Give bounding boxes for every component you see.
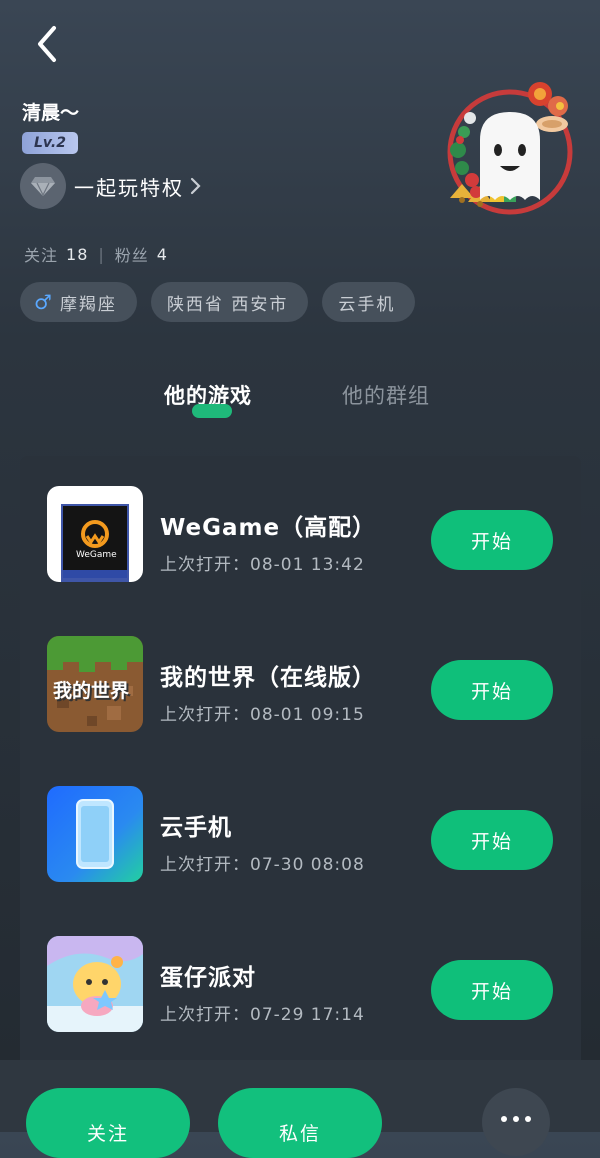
game-name: WeGame（高配） xyxy=(160,515,377,541)
device-label: 云手机 xyxy=(338,294,396,315)
start-button[interactable]: 开始 xyxy=(431,810,553,870)
more-icon-dot xyxy=(513,1116,519,1122)
wegame-brand-label: WeGame xyxy=(76,550,117,560)
wegame-icon: WeGame xyxy=(47,486,143,582)
game-last-open: 上次打开：07-29 17:14 xyxy=(160,1005,365,1025)
location-label: 陕西省 西安市 xyxy=(166,294,289,315)
diamond-icon xyxy=(20,163,66,209)
chevron-right-icon xyxy=(190,177,201,195)
follow-label: 关注 xyxy=(24,246,59,265)
game-row-eggy-party[interactable]: 蛋仔派对 上次打开：07-29 17:14 开始 xyxy=(20,916,581,1046)
game-last-open: 上次打开：08-01 09:15 xyxy=(160,705,365,725)
fans-count[interactable]: 4 xyxy=(157,245,168,264)
zodiac-label: 摩羯座 xyxy=(59,294,117,315)
start-button[interactable]: 开始 xyxy=(431,660,553,720)
follow-stats: 关注 18 | 粉丝 4 xyxy=(24,242,168,266)
profile-tags: ♂ 摩羯座 陕西省 西安市 云手机 xyxy=(20,282,416,322)
follow-button[interactable]: 关注 xyxy=(26,1088,190,1158)
tab-my-groups[interactable]: 他的群组 xyxy=(342,380,430,410)
male-icon: ♂ xyxy=(34,290,54,314)
message-button[interactable]: 私信 xyxy=(218,1088,382,1158)
game-name: 云手机 xyxy=(160,815,232,841)
game-last-open: 上次打开：07-30 08:08 xyxy=(160,855,365,875)
level-badge: Lv.2 xyxy=(22,132,78,154)
games-list: WeGame WeGame（高配） 上次打开：08-01 13:42 开始 我的… xyxy=(20,456,581,1076)
cloud-phone-icon xyxy=(47,786,143,882)
game-name: 我的世界（在线版） xyxy=(160,665,376,691)
eggy-party-icon xyxy=(47,936,143,1032)
more-button[interactable] xyxy=(482,1088,550,1156)
game-row-wegame[interactable]: WeGame WeGame（高配） 上次打开：08-01 13:42 开始 xyxy=(20,466,581,596)
minecraft-logo-text: 我的世界 xyxy=(53,680,130,702)
privilege-label: 一起玩特权 xyxy=(74,175,184,200)
fans-label: 粉丝 xyxy=(114,246,149,265)
start-button[interactable]: 开始 xyxy=(431,960,553,1020)
tab-indicator xyxy=(192,404,232,418)
privilege-row[interactable]: 一起玩特权 xyxy=(20,163,202,209)
game-last-open: 上次打开：08-01 13:42 xyxy=(160,555,365,575)
stats-divider: | xyxy=(98,244,105,264)
follow-count[interactable]: 18 xyxy=(66,245,88,264)
zodiac-tag: ♂ 摩羯座 xyxy=(20,282,137,322)
game-name: 蛋仔派对 xyxy=(160,965,256,991)
minecraft-icon: 我的世界 xyxy=(47,636,143,732)
tab-bar: 他的游戏 他的群组 xyxy=(0,380,600,420)
device-tag: 云手机 xyxy=(322,282,416,322)
more-icon-dot xyxy=(525,1116,531,1122)
chevron-left-icon xyxy=(38,26,56,62)
location-tag: 陕西省 西安市 xyxy=(150,282,309,322)
back-button[interactable] xyxy=(28,22,68,66)
avatar[interactable] xyxy=(440,80,580,220)
game-row-cloud-phone[interactable]: 云手机 上次打开：07-30 08:08 开始 xyxy=(20,766,581,896)
nickname: 清晨～ xyxy=(22,102,80,124)
more-icon xyxy=(501,1116,507,1122)
game-row-minecraft[interactable]: 我的世界 我的世界（在线版） 上次打开：08-01 09:15 开始 xyxy=(20,616,581,746)
start-button[interactable]: 开始 xyxy=(431,510,553,570)
